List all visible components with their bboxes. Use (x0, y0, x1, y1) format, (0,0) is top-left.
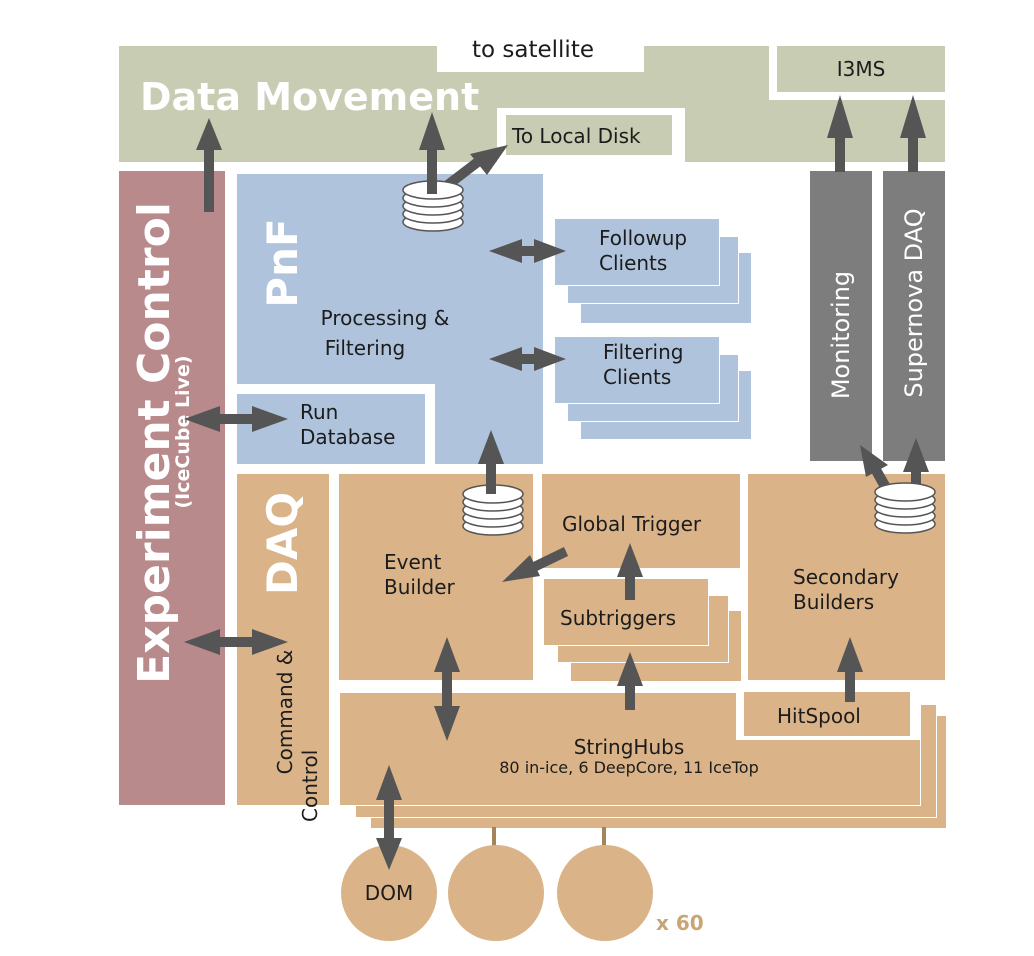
arrow-globaltrigger-to-eventbuilder (502, 547, 568, 582)
arrow-eventbuilder-stringhubs (434, 637, 460, 741)
arrow-subtriggers-to-globaltrigger (617, 543, 643, 600)
arrow-monitoring-to-i3ms (827, 95, 853, 172)
arrow-supernova-to-i3ms (900, 95, 926, 172)
arrow-expctrl-rundb (184, 406, 288, 432)
arrows-overlay (184, 95, 936, 870)
arrow-hitspool-to-secondary (837, 637, 863, 702)
secondary-disk-icon (874, 482, 936, 534)
arrow-expctrl-command (184, 629, 288, 655)
arrow-stringhubs-dom (376, 765, 402, 870)
arrow-expctrl-to-datamove (196, 118, 222, 212)
arrow-pnf-filtering (489, 347, 566, 371)
arrow-stringhubs-to-subtriggers (617, 652, 643, 710)
arrow-pnf-followup (489, 239, 566, 263)
